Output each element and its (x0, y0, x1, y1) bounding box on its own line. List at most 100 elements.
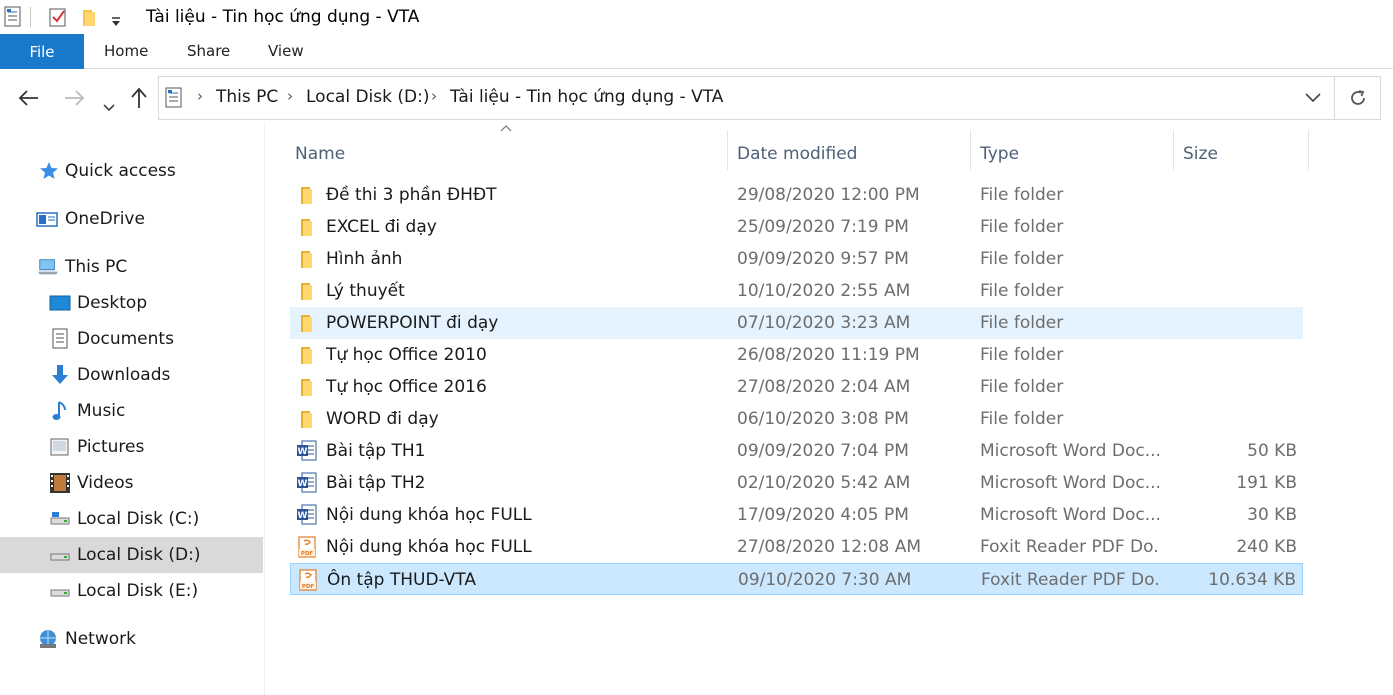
file-date-modified: 25/09/2020 7:19 PM (737, 217, 909, 237)
back-button[interactable] (18, 88, 40, 112)
column-header-type[interactable]: Type (980, 134, 1019, 174)
column-divider[interactable] (1308, 130, 1309, 170)
chevron-down-icon (103, 104, 115, 112)
qat-dropdown-icon[interactable] (110, 12, 122, 31)
arrow-up-icon (131, 87, 147, 108)
file-name: Nội dung khóa học FULL (326, 537, 532, 557)
breadcrumb-chevron-icon[interactable]: › (197, 87, 203, 105)
file-row[interactable]: W Bài tập TH1 09/09/2020 7:04 PM Microsoft … (290, 435, 1303, 467)
sidebar-item-label: Desktop (77, 293, 148, 313)
sidebar-item-documents[interactable]: Documents (0, 321, 263, 357)
file-date-modified: 06/10/2020 3:08 PM (737, 409, 909, 429)
column-divider[interactable] (970, 130, 971, 170)
svg-text:PDF: PDF (301, 551, 314, 557)
file-row[interactable]: W Nội dung khóa học FULL 17/09/2020 4:05 P… (290, 499, 1303, 531)
sidebar-item-label: Local Disk (E:) (77, 581, 199, 601)
file-size: 10.634 KB (1208, 570, 1296, 590)
sidebar-item-downloads[interactable]: Downloads (0, 357, 263, 393)
word-document-icon: W (296, 504, 318, 526)
address-bar[interactable]: › This PC › Local Disk (D:) › Tài liệu -… (158, 76, 1335, 120)
new-folder-icon[interactable] (80, 6, 98, 32)
up-button[interactable] (130, 87, 148, 114)
navigation-pane: Quick access OneDrive This PC Desktop Do… (0, 122, 265, 695)
file-date-modified: 09/10/2020 7:30 AM (738, 570, 912, 590)
desktop-icon (49, 293, 71, 313)
file-row[interactable]: PDF Nội dung khóa học FULL 27/08/2020 12:0… (290, 531, 1303, 563)
tab-view[interactable]: View (268, 42, 304, 60)
sidebar-item-pictures[interactable]: Pictures (0, 429, 263, 465)
file-row[interactable]: W Bài tập TH2 02/10/2020 5:42 AM Microsoft … (290, 467, 1303, 499)
file-date-modified: 09/09/2020 7:04 PM (737, 441, 909, 461)
music-icon (49, 401, 71, 421)
documents-icon (49, 328, 71, 349)
forward-button[interactable] (63, 88, 85, 112)
file-date-modified: 27/08/2020 2:04 AM (737, 377, 911, 397)
sidebar-item-quick-access[interactable]: Quick access (0, 153, 263, 189)
word-document-icon: W (296, 440, 318, 462)
file-type: File folder (980, 313, 1064, 333)
column-header-date[interactable]: Date modified (737, 134, 857, 174)
file-list: Name Date modified Type Size Đề thi 3 ph… (266, 122, 1393, 695)
file-name: Đề thi 3 phần ĐHĐT (326, 185, 497, 205)
sidebar-item-network[interactable]: Network (0, 621, 263, 657)
drive-icon (49, 581, 71, 601)
file-row[interactable]: Lý thuyết 10/10/2020 2:55 AM File folder (290, 275, 1303, 307)
sidebar-item-label: Downloads (77, 365, 171, 385)
file-name: Ôn tập THUD-VTA (327, 570, 476, 590)
breadcrumb-chevron-icon[interactable]: › (287, 87, 293, 105)
file-row[interactable]: Hình ảnh 09/09/2020 9:57 PM File folder (290, 243, 1303, 275)
breadcrumb-this-pc[interactable]: This PC (216, 87, 278, 107)
file-row[interactable]: POWERPOINT đi dạy 07/10/2020 3:23 AM File … (290, 307, 1303, 339)
column-divider[interactable] (1173, 130, 1174, 170)
sidebar-item-label: Local Disk (D:) (77, 545, 201, 565)
breadcrumb-current-folder[interactable]: Tài liệu - Tin học ứng dụng - VTA (450, 87, 723, 107)
sidebar-item-local-disk-e[interactable]: Local Disk (E:) (0, 573, 263, 609)
breadcrumb-chevron-icon[interactable]: › (431, 87, 437, 105)
file-name: Bài tập TH1 (326, 441, 426, 461)
computer-icon (37, 257, 59, 277)
properties-icon[interactable] (4, 6, 22, 32)
file-type: Microsoft Word Doc... (980, 441, 1160, 461)
sidebar-item-label: Videos (77, 473, 134, 493)
folder-icon (296, 408, 318, 430)
recent-locations-button[interactable] (103, 93, 115, 117)
column-header-size[interactable]: Size (1183, 134, 1218, 174)
folder-location-icon (165, 87, 183, 113)
file-name: WORD đi dạy (326, 409, 439, 429)
sidebar-item-label: Local Disk (C:) (77, 509, 200, 529)
address-dropdown-icon[interactable] (1305, 88, 1321, 103)
sidebar-item-local-disk-c[interactable]: Local Disk (C:) (0, 501, 263, 537)
checkmark-icon[interactable] (48, 6, 68, 32)
sidebar-item-music[interactable]: Music (0, 393, 263, 429)
sidebar-item-label: Pictures (77, 437, 145, 457)
file-date-modified: 27/08/2020 12:08 AM (737, 537, 922, 557)
file-name: Bài tập TH2 (326, 473, 426, 493)
file-name: Nội dung khóa học FULL (326, 505, 532, 525)
sidebar-item-onedrive[interactable]: OneDrive (0, 201, 263, 237)
column-divider[interactable] (727, 130, 728, 170)
refresh-button[interactable] (1335, 76, 1381, 120)
sidebar-item-desktop[interactable]: Desktop (0, 285, 263, 321)
sidebar-item-videos[interactable]: Videos (0, 465, 263, 501)
file-name: Tự học Office 2016 (326, 377, 487, 397)
tab-home[interactable]: Home (104, 42, 148, 60)
file-row[interactable]: Tự học Office 2010 26/08/2020 11:19 PM Fil… (290, 339, 1303, 371)
sidebar-item-local-disk-d[interactable]: Local Disk (D:) (0, 537, 263, 573)
breadcrumb-local-disk-d[interactable]: Local Disk (D:) (306, 87, 429, 107)
column-header-name[interactable]: Name (295, 134, 345, 174)
videos-icon (49, 473, 71, 493)
file-row[interactable]: WORD đi dạy 06/10/2020 3:08 PM File folder (290, 403, 1303, 435)
tab-share[interactable]: Share (187, 42, 230, 60)
file-row[interactable]: EXCEL đi dạy 25/09/2020 7:19 PM File folde… (290, 211, 1303, 243)
file-row[interactable]: Đề thi 3 phần ĐHĐT 29/08/2020 12:00 PM Fil… (290, 179, 1303, 211)
refresh-icon (1350, 90, 1365, 105)
network-icon (37, 629, 59, 649)
sidebar-item-this-pc[interactable]: This PC (0, 249, 263, 285)
file-row[interactable]: Tự học Office 2016 27/08/2020 2:04 AM File… (290, 371, 1303, 403)
folder-icon (296, 312, 318, 334)
tab-file[interactable]: File (0, 34, 84, 69)
file-row[interactable]: PDF Ôn tập THUD-VTA 09/10/2020 7:30 AM Foxi… (290, 563, 1303, 595)
arrow-right-icon (65, 90, 85, 106)
sidebar-item-label: Music (77, 401, 126, 421)
downloads-icon (49, 365, 71, 385)
